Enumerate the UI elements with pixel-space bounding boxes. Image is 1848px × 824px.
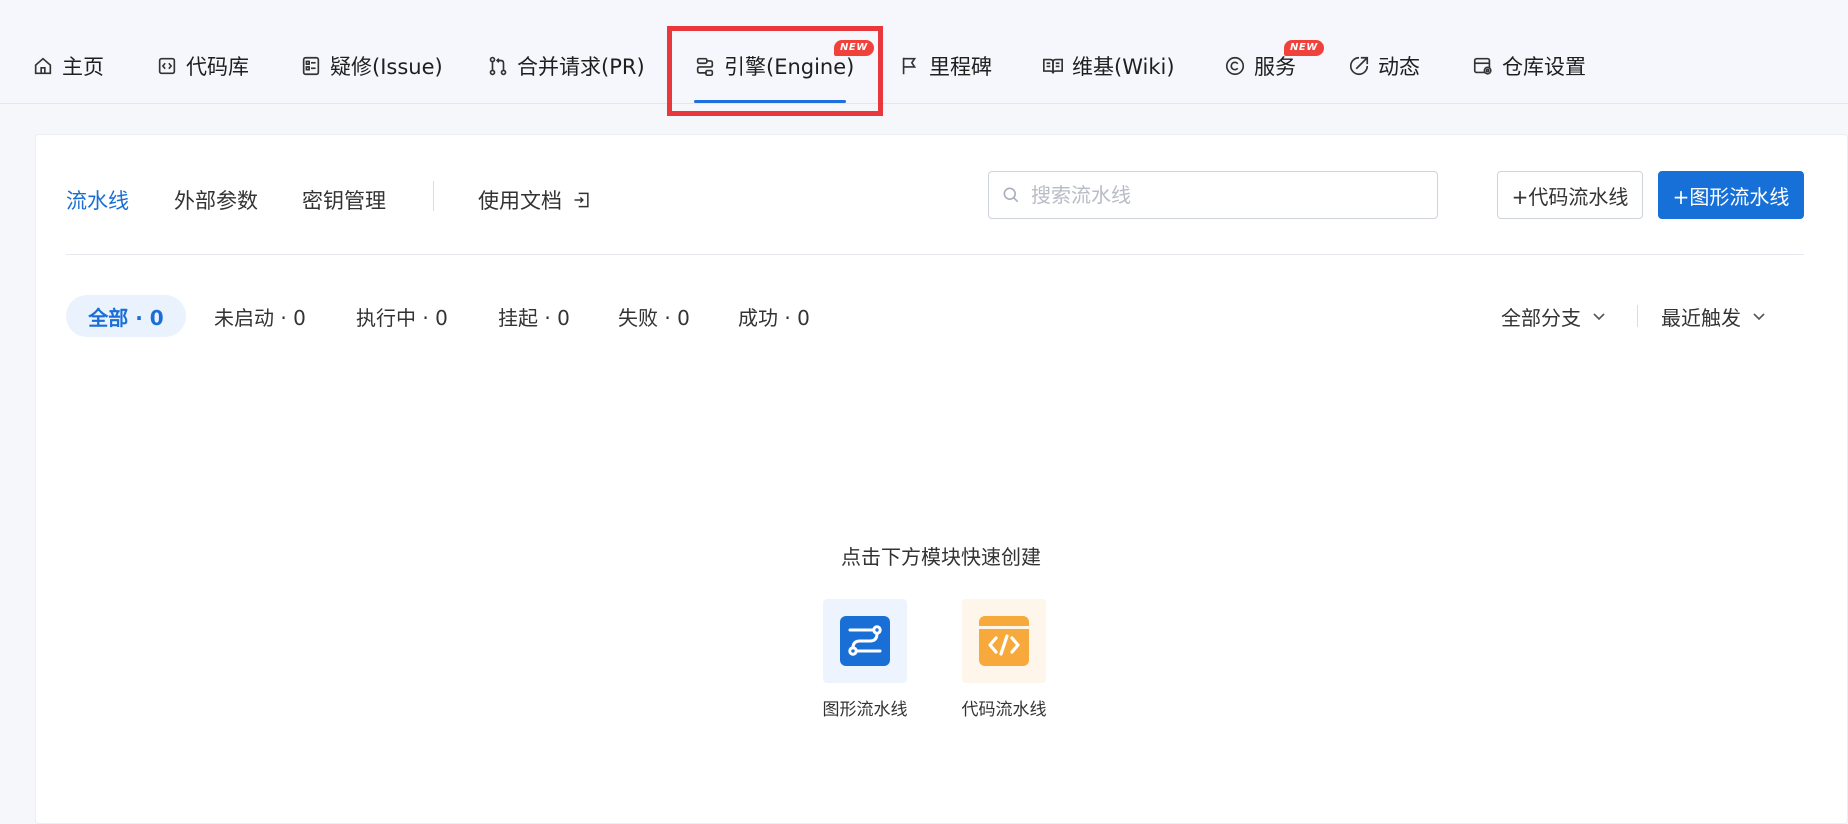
new-badge: NEW (1284, 40, 1324, 56)
pipeline-panel: 流水线 外部参数 密钥管理 使用文档 +代码流水线 +图形流水线 全部 · 0 … (35, 134, 1848, 824)
engine-icon (696, 57, 714, 76)
filter-not-started[interactable]: 未启动 · 0 (214, 295, 306, 337)
repo-nav-bar: 主页 代码库 疑修(Issue) 合并请求(PR) 引擎(Engine) NEW… (0, 0, 1848, 116)
filter-running[interactable]: 执行中 · 0 (356, 295, 448, 337)
filter-all[interactable]: 全部 · 0 (66, 295, 186, 337)
sort-dropdown[interactable]: 最近触发 (1661, 295, 1767, 337)
graphic-pipeline-label[interactable]: 图形流水线 (795, 695, 935, 720)
chevron-down-icon (1593, 313, 1605, 321)
issue-icon (302, 56, 320, 76)
code-pipeline-label[interactable]: 代码流水线 (934, 695, 1074, 720)
graphic-pipeline-icon (840, 616, 890, 666)
external-link-icon (574, 192, 589, 208)
flag-icon (902, 57, 917, 75)
book-icon (1043, 58, 1063, 74)
tab-divider (433, 181, 434, 211)
filter-succeeded[interactable]: 成功 · 0 (738, 295, 810, 337)
add-code-pipeline-button[interactable]: +代码流水线 (1497, 171, 1643, 219)
nav-item-code[interactable]: 代码库 (156, 48, 249, 84)
dropdown-divider (1637, 305, 1638, 327)
nav-item-engine[interactable]: 引擎(Engine) (694, 48, 854, 84)
search-input[interactable] (1031, 183, 1421, 207)
add-graphic-pipeline-button[interactable]: +图形流水线 (1658, 171, 1804, 219)
nav-label: 维基(Wiki) (1072, 55, 1175, 79)
branch-dropdown[interactable]: 全部分支 (1501, 295, 1607, 337)
nav-label: 动态 (1378, 55, 1420, 79)
tab-external-params[interactable]: 外部参数 (174, 185, 258, 215)
nav-item-issue[interactable]: 疑修(Issue) (300, 48, 443, 84)
search-box[interactable] (988, 171, 1438, 219)
new-badge: NEW (834, 40, 874, 56)
service-icon (1225, 56, 1245, 76)
code-icon (158, 57, 176, 75)
empty-state-title: 点击下方模块快速创建 (841, 545, 1041, 569)
filter-failed[interactable]: 失败 · 0 (618, 295, 690, 337)
nav-item-repo-settings[interactable]: 仓库设置 (1472, 48, 1586, 84)
nav-item-home[interactable]: 主页 (32, 48, 104, 84)
nav-item-pull-request[interactable]: 合并请求(PR) (487, 48, 645, 84)
home-icon (34, 57, 52, 75)
header-divider (66, 254, 1804, 255)
search-icon (1003, 187, 1019, 203)
nav-item-activity[interactable]: 动态 (1348, 48, 1420, 84)
nav-item-milestone[interactable]: 里程碑 (899, 48, 992, 84)
nav-label: 疑修(Issue) (330, 55, 443, 79)
chevron-down-icon (1753, 313, 1765, 321)
sort-dropdown-label: 最近触发 (1661, 305, 1741, 330)
nav-label: 主页 (62, 55, 104, 79)
tab-pipeline[interactable]: 流水线 (66, 185, 129, 215)
docs-link-label: 使用文档 (478, 189, 562, 213)
settings-icon (1473, 57, 1492, 75)
activity-icon (1349, 56, 1369, 76)
nav-label: 合并请求(PR) (517, 55, 645, 79)
nav-label: 代码库 (186, 55, 249, 79)
branch-dropdown-label: 全部分支 (1501, 305, 1581, 330)
docs-link[interactable]: 使用文档 (478, 185, 592, 215)
create-code-pipeline-tile[interactable] (962, 599, 1046, 683)
nav-label: 里程碑 (929, 55, 992, 79)
pull-request-icon (489, 56, 507, 76)
create-graphic-pipeline-tile[interactable] (823, 599, 907, 683)
nav-item-wiki[interactable]: 维基(Wiki) (1042, 48, 1175, 84)
active-tab-indicator (694, 100, 846, 103)
filter-suspended[interactable]: 挂起 · 0 (498, 295, 570, 337)
tab-secrets[interactable]: 密钥管理 (302, 185, 386, 215)
nav-label: 仓库设置 (1502, 55, 1586, 79)
code-pipeline-icon (979, 616, 1029, 666)
